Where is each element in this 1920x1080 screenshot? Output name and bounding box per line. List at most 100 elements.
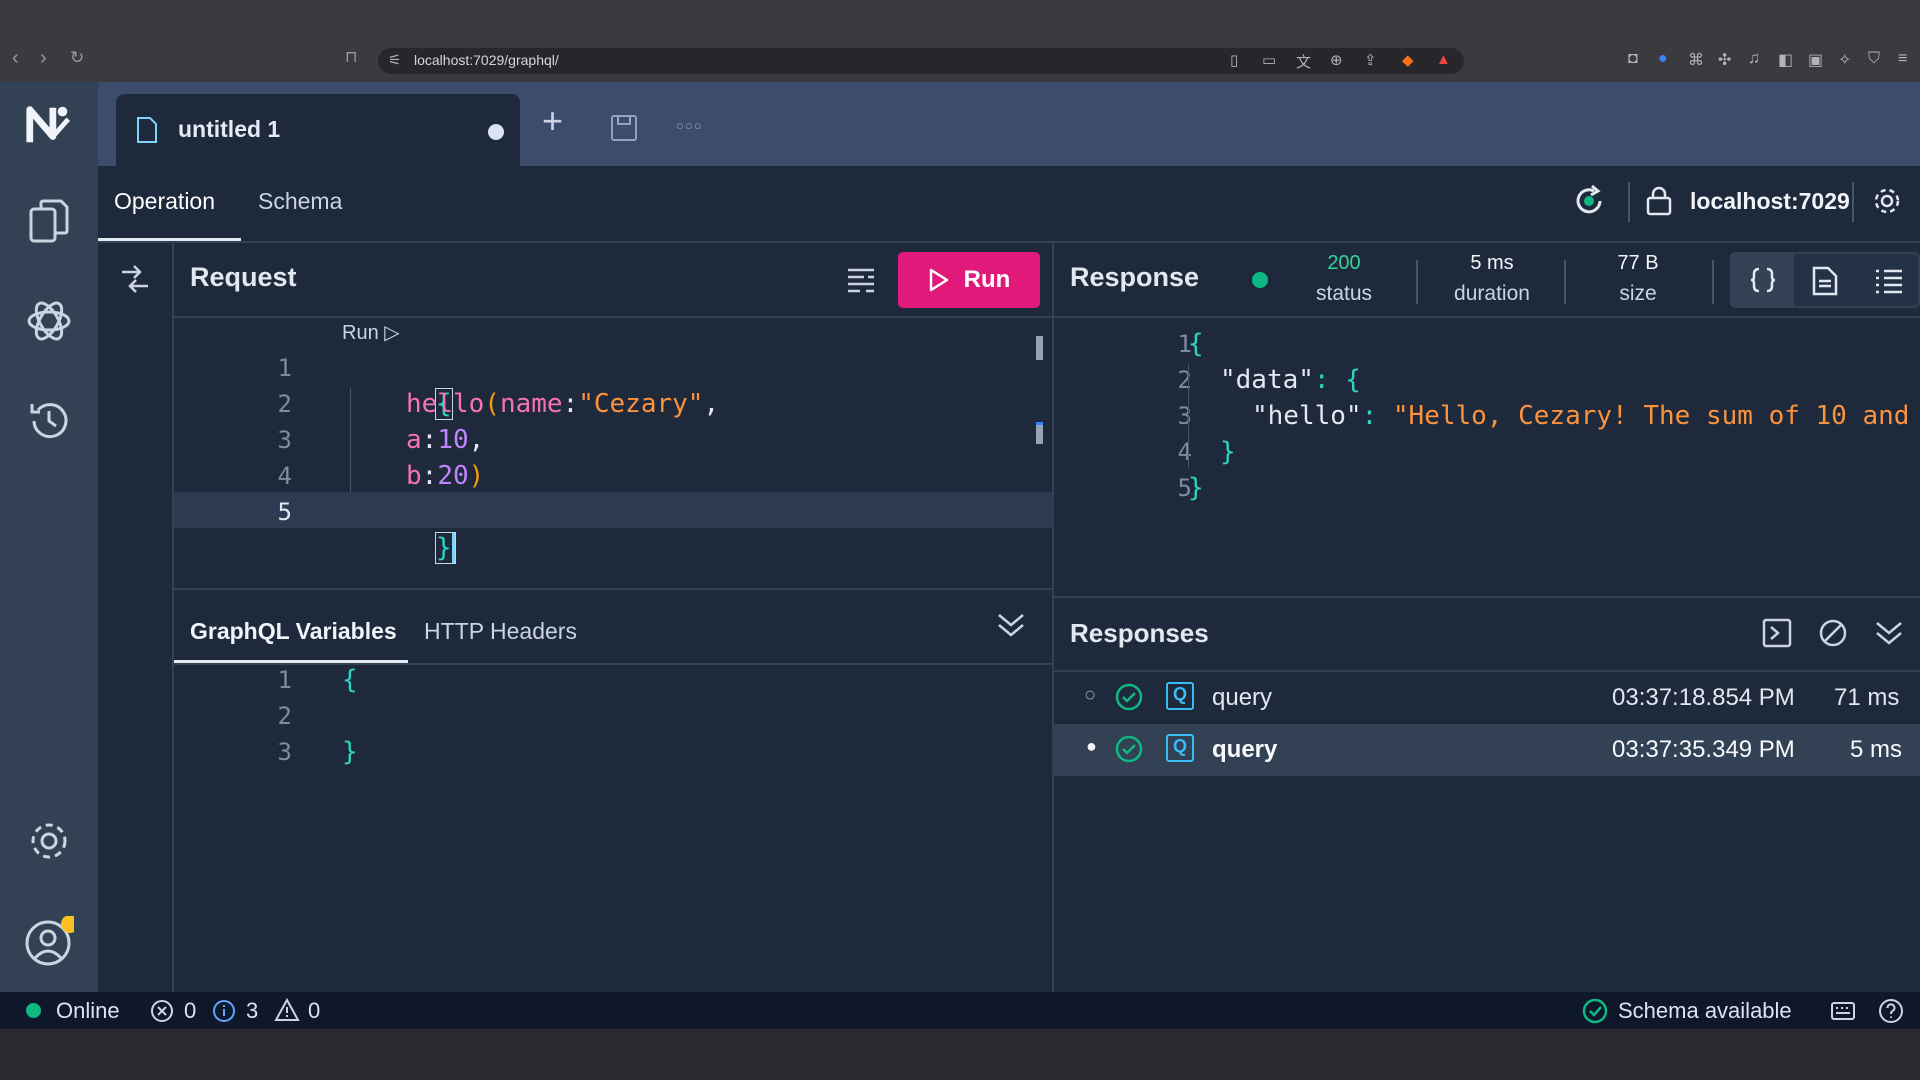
- clipboard-icon[interactable]: ▯: [1230, 51, 1238, 69]
- code-line: hello(name:"Cezary",: [406, 389, 720, 419]
- run-button[interactable]: Run: [898, 252, 1040, 308]
- response-title: Response: [1070, 262, 1200, 292]
- code-line: {: [1188, 329, 1204, 359]
- logo-icon[interactable]: [24, 100, 74, 150]
- document-tab[interactable]: untitled 1: [116, 94, 520, 166]
- query-badge-icon: Q: [1166, 682, 1194, 710]
- response-view-toggle: [1730, 252, 1920, 308]
- transform-icon[interactable]: [118, 264, 152, 294]
- url-text[interactable]: localhost:7029/graphql/: [414, 52, 559, 68]
- divider: [174, 588, 1052, 590]
- list-item[interactable]: ● Q query 03:37:35.349 PM 5 ms: [1054, 724, 1920, 776]
- lock-icon[interactable]: [1646, 186, 1672, 216]
- list-view-icon[interactable]: [1874, 268, 1904, 294]
- keyboard-icon[interactable]: [1830, 1000, 1856, 1022]
- music-icon[interactable]: ♫: [1748, 50, 1760, 68]
- divider: [172, 243, 174, 992]
- list-item[interactable]: ○ Q query 03:37:18.854 PM 71 ms: [1054, 672, 1920, 724]
- app-window: untitled 1 + ○○○ Operation Schema localh…: [0, 82, 1920, 1029]
- inline-run-link[interactable]: Run ▷: [342, 320, 400, 345]
- schema-status[interactable]: Schema available: [1618, 998, 1792, 1024]
- unsaved-indicator[interactable]: [488, 124, 504, 140]
- info-count[interactable]: 3: [246, 998, 258, 1024]
- zoom-icon[interactable]: ⊕: [1330, 51, 1343, 69]
- online-dot: [26, 1003, 41, 1018]
- warning-icon[interactable]: [274, 998, 300, 1022]
- share-icon[interactable]: ⇪: [1364, 51, 1377, 69]
- format-icon[interactable]: [846, 266, 876, 294]
- help-icon[interactable]: [1878, 998, 1904, 1024]
- tab-schema[interactable]: Schema: [258, 188, 342, 215]
- new-tab-button[interactable]: +: [542, 100, 563, 142]
- site-info-icon[interactable]: ⚟: [388, 51, 401, 69]
- divider: [1628, 182, 1630, 222]
- brave-rewards-icon[interactable]: ▲: [1436, 51, 1451, 68]
- leo-icon[interactable]: ✧: [1838, 50, 1851, 70]
- browser-chrome: ‹ › ↻ ⊓ ⚟ localhost:7029/graphql/ ▯ ▭ 文 …: [0, 0, 1920, 82]
- more-options-button[interactable]: ○○○: [676, 118, 703, 133]
- connection-settings-icon[interactable]: [1872, 186, 1902, 216]
- divider: [174, 316, 1052, 318]
- collapse-icon[interactable]: [996, 610, 1026, 640]
- schema-check-icon: [1582, 998, 1608, 1024]
- sidebar-toggle-icon[interactable]: ◧: [1778, 50, 1793, 70]
- api-icon[interactable]: [24, 296, 74, 346]
- info-icon[interactable]: [212, 999, 236, 1023]
- document-view-icon[interactable]: [1812, 266, 1838, 296]
- tab-http-headers[interactable]: HTTP Headers: [424, 618, 577, 645]
- indent-guide: [1188, 364, 1189, 468]
- refresh-schema-icon[interactable]: [1572, 184, 1606, 218]
- cast-icon[interactable]: ▭: [1262, 51, 1276, 69]
- puzzle-icon[interactable]: ✣: [1718, 50, 1731, 70]
- line-number: 5: [1177, 474, 1192, 502]
- line-number: 1: [277, 354, 292, 382]
- account-icon[interactable]: [24, 916, 74, 966]
- duration-value: 5 ms: [1470, 252, 1514, 274]
- settings-icon[interactable]: [24, 816, 74, 866]
- save-icon[interactable]: [610, 114, 638, 142]
- history-icon[interactable]: [24, 396, 74, 446]
- divider: [1564, 260, 1566, 304]
- response-kind: query: [1212, 736, 1278, 763]
- online-status[interactable]: Online: [56, 998, 120, 1024]
- warning-count[interactable]: 0: [308, 998, 320, 1024]
- play-icon: [929, 268, 948, 292]
- scrollbar-thumb[interactable]: [1036, 336, 1043, 360]
- documents-icon[interactable]: [24, 196, 74, 246]
- forward-icon[interactable]: ›: [40, 48, 47, 68]
- line-number: 2: [1177, 366, 1192, 394]
- terminal-icon[interactable]: [1762, 618, 1792, 648]
- line-number: 1: [1177, 330, 1192, 358]
- reload-icon[interactable]: ↻: [70, 48, 84, 68]
- code-line: {: [342, 665, 358, 695]
- collapse-icon[interactable]: [1874, 618, 1904, 648]
- divider: [174, 663, 1052, 665]
- error-icon[interactable]: [150, 999, 174, 1023]
- code-line: "data": {: [1220, 365, 1361, 395]
- camera-icon[interactable]: ◘: [1628, 50, 1638, 68]
- extension-icon[interactable]: ●: [1658, 50, 1668, 68]
- vpn-icon[interactable]: ⛉: [1868, 50, 1880, 68]
- tab-operation[interactable]: Operation: [114, 188, 215, 215]
- response-time: 03:37:18.854 PM: [1612, 684, 1795, 711]
- back-icon[interactable]: ‹: [12, 48, 19, 68]
- error-count[interactable]: 0: [184, 998, 196, 1024]
- request-title: Request: [190, 262, 297, 292]
- responses-title: Responses: [1070, 618, 1209, 648]
- extension-icon[interactable]: ⌘: [1688, 50, 1704, 70]
- clear-icon[interactable]: [1818, 618, 1848, 648]
- braces-icon: [1750, 267, 1776, 293]
- line-number: 2: [277, 702, 292, 730]
- bookmark-icon[interactable]: ⊓: [345, 48, 357, 68]
- line-number: 3: [277, 738, 292, 766]
- tab-graphql-variables[interactable]: GraphQL Variables: [190, 618, 397, 645]
- brave-shield-icon[interactable]: ◆: [1402, 51, 1414, 69]
- endpoint-url[interactable]: localhost:7029: [1690, 188, 1850, 215]
- code-line: }: [342, 737, 358, 767]
- json-view-button[interactable]: [1732, 254, 1794, 306]
- translate-icon[interactable]: 文: [1296, 51, 1311, 72]
- wallet-icon[interactable]: ▣: [1808, 50, 1823, 70]
- address-bar[interactable]: ⚟ localhost:7029/graphql/ ▯ ▭ 文 ⊕ ⇪ ◆ ▲: [378, 48, 1464, 74]
- line-number: 1: [277, 666, 292, 694]
- menu-icon[interactable]: ≡: [1898, 50, 1907, 68]
